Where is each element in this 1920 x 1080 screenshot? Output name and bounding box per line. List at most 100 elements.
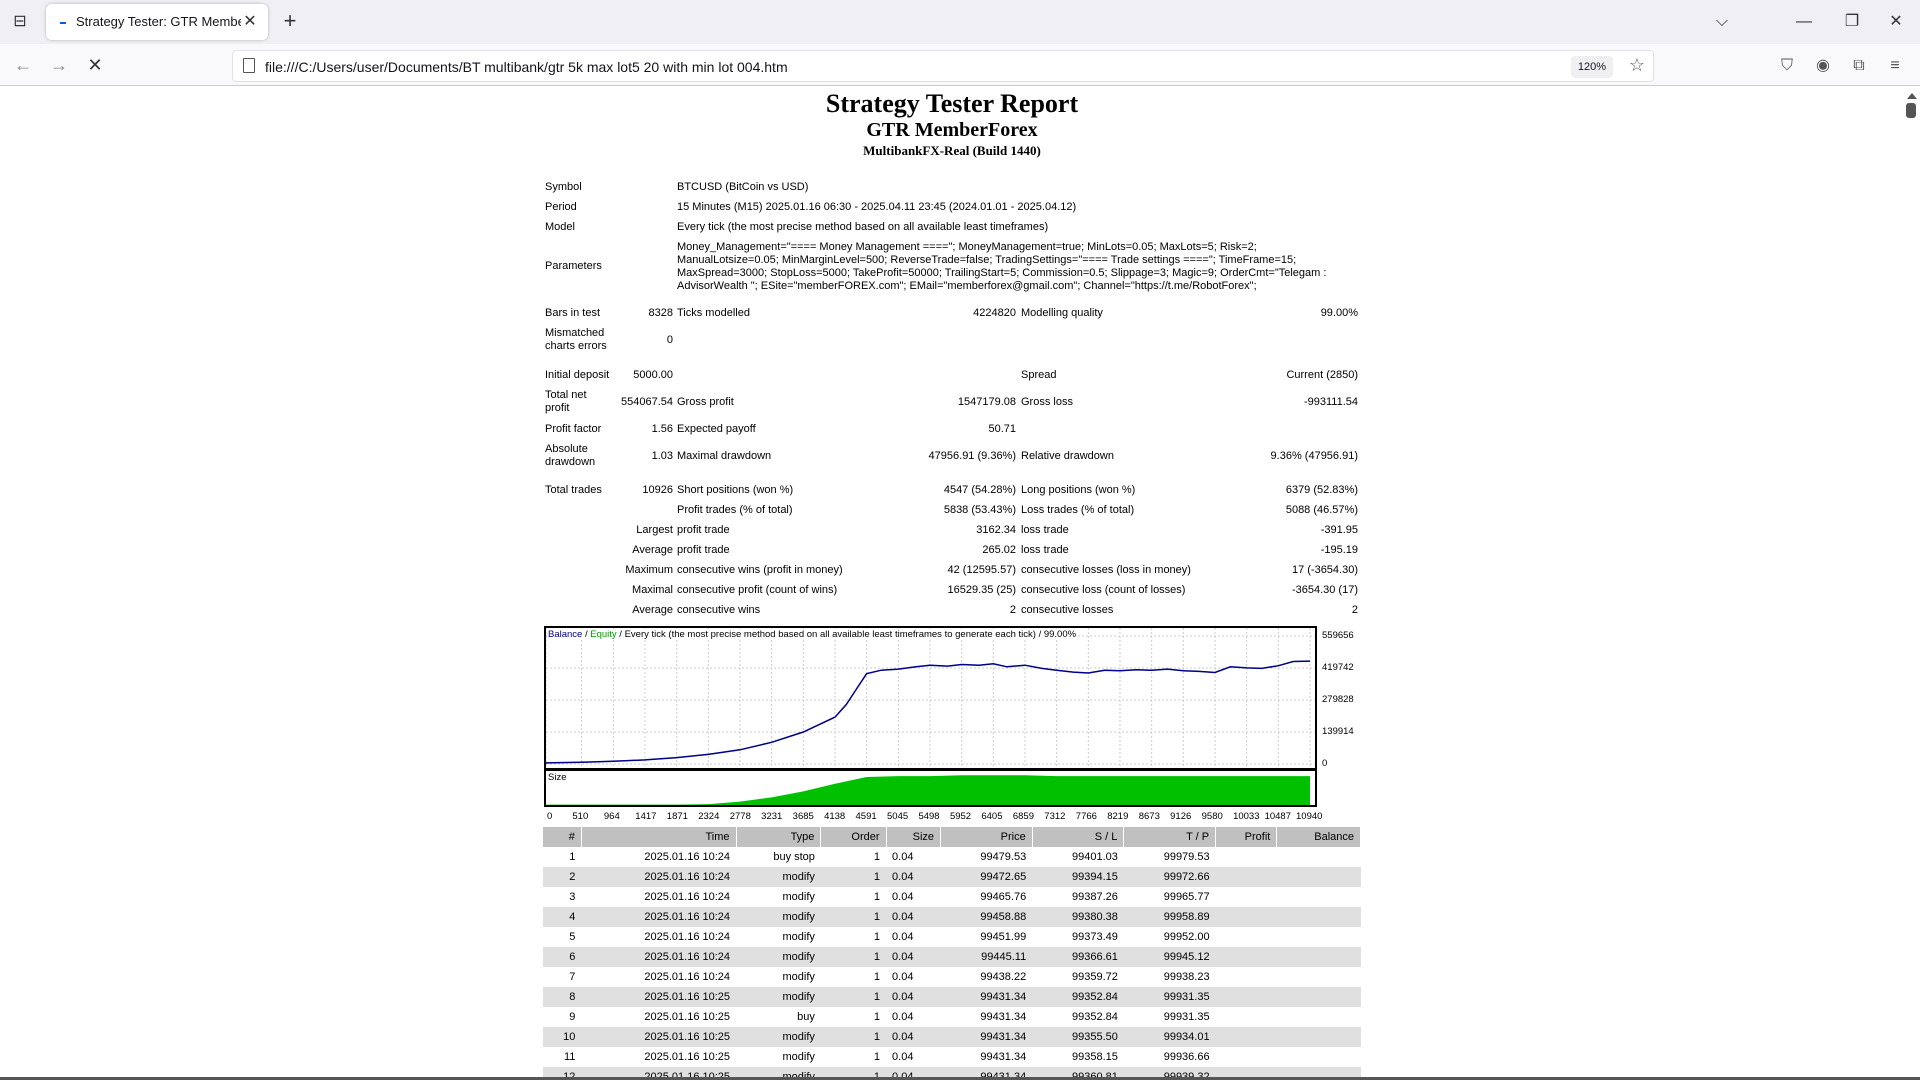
- x-tick-label: 510: [572, 811, 589, 822]
- largest-loss-value: -391.95: [1320, 524, 1358, 536]
- bookmark-star-icon[interactable]: ☆: [1629, 55, 1645, 76]
- trade-cell: 0.04: [892, 1051, 914, 1063]
- grossprofit-value: 1547179.08: [957, 396, 1016, 408]
- trade-cell: 99979.53: [1163, 851, 1210, 863]
- trade-cell: 99458.88: [940, 907, 1033, 927]
- reldd-value: 9.36% (47956.91): [1270, 450, 1358, 462]
- trade-cell: 0.04: [886, 907, 941, 927]
- tab-list-icon[interactable]: ⊟: [8, 10, 32, 34]
- trade-cell: 2025.01.16 10:24: [644, 931, 731, 943]
- trade-cell: 4: [543, 907, 582, 927]
- y-tick-label: 419742: [1322, 662, 1354, 673]
- pf-value: 1.56: [651, 423, 673, 435]
- column-header: Profit: [1215, 827, 1278, 847]
- trade-cell: 0.04: [892, 1011, 914, 1023]
- account-icon[interactable]: ◉: [1811, 54, 1835, 78]
- list-all-tabs-icon[interactable]: ⌵: [1708, 8, 1736, 36]
- maxdd-value: 47956.91 (9.36%): [928, 450, 1016, 462]
- report-title: Strategy Tester Report: [825, 89, 1079, 118]
- restore-icon[interactable]: ❐: [1838, 8, 1866, 36]
- trade-cell: 1: [820, 947, 887, 967]
- max-wins-label: consecutive wins (profit in money): [677, 564, 843, 576]
- trade-cell: 0.04: [886, 947, 941, 967]
- forward-icon[interactable]: →: [46, 52, 72, 78]
- nav-bar: ← → ✕ file:///C:/Users/user/Documents/BT…: [0, 44, 1920, 86]
- period-value: 15 Minutes (M15) 2025.01.16 06:30 - 2025…: [677, 201, 1077, 213]
- trade-cell: modify: [782, 891, 815, 903]
- trade-cell: 10: [543, 1027, 582, 1047]
- avg-losses-label: consecutive losses: [1021, 604, 1114, 616]
- expert-name: GTR MemberForex: [866, 119, 1038, 141]
- trade-cell: 99359.72: [1072, 971, 1118, 983]
- average2-label: Average: [632, 604, 673, 616]
- x-tick-label: 9580: [1201, 811, 1223, 822]
- trade-cell: 8: [543, 987, 582, 1007]
- new-tab-icon[interactable]: +: [278, 10, 302, 34]
- minimize-icon[interactable]: —: [1790, 8, 1818, 36]
- x-tick-label: 4591: [855, 811, 877, 822]
- trade-cell: 2025.01.16 10:25: [644, 1011, 731, 1023]
- trade-cell: 99972.66: [1123, 867, 1216, 887]
- trade-cell: 2025.01.16 10:24: [644, 891, 731, 903]
- trade-cell: 2025.01.16 10:25: [644, 1051, 731, 1063]
- trade-cell: [1216, 967, 1277, 987]
- bars-value: 8328: [648, 307, 673, 319]
- trade-cell: 99965.77: [1163, 891, 1210, 903]
- trade-cell: modify: [736, 1027, 821, 1047]
- x-tick-label: 4138: [824, 811, 846, 822]
- column-header: Price: [940, 827, 1033, 847]
- scroll-thumb[interactable]: [1906, 103, 1916, 118]
- trade-cell: [1277, 1007, 1361, 1027]
- scroll-up-icon[interactable]: [1907, 93, 1917, 99]
- window-close-icon[interactable]: ✕: [1882, 8, 1910, 36]
- grossloss-value: -993111.54: [1303, 396, 1358, 408]
- trade-cell: 99945.12: [1123, 947, 1216, 967]
- trade-cell: 1: [820, 987, 887, 1007]
- x-tick-label: 6405: [981, 811, 1003, 822]
- x-tick-label: 6859: [1012, 811, 1034, 822]
- spread-label: Spread: [1021, 369, 1057, 381]
- trade-cell: [1276, 907, 1361, 927]
- ltrades-value: 5088 (46.57%): [1285, 504, 1358, 516]
- back-icon[interactable]: ←: [10, 52, 36, 78]
- extensions-icon[interactable]: ⧉: [1847, 54, 1871, 78]
- size-area: [546, 775, 1310, 805]
- x-tick-label: 10487: [1264, 811, 1291, 822]
- zoom-level[interactable]: 120%: [1571, 56, 1613, 78]
- column-header: T / P: [1123, 827, 1217, 847]
- column-header: Type: [736, 827, 822, 847]
- absdd-label-1: Absolute: [545, 443, 588, 455]
- trade-cell: [1276, 1027, 1361, 1047]
- trades-table: # Time Type Order Size Price S / LT / P Profit B…: [543, 827, 1361, 1080]
- symbol-value: BTCUSD (BitCoin vs USD): [677, 181, 809, 193]
- maximal-loss-label: consecutive loss (count of losses): [1021, 584, 1186, 596]
- size-chart-plot: [546, 775, 1310, 805]
- column-header: Size: [886, 827, 942, 847]
- stop-icon[interactable]: ✕: [82, 52, 108, 78]
- trade-cell: 2025.01.16 10:24: [644, 851, 731, 863]
- ltrades-label: Loss trades (% of total): [1021, 504, 1135, 516]
- url-text[interactable]: file:///C:/Users/user/Documents/BT multi…: [265, 59, 788, 75]
- trade-cell: 5: [569, 931, 576, 943]
- x-tick-label: 1871: [666, 811, 688, 822]
- trade-cell: 2025.01.16 10:25: [581, 987, 737, 1007]
- x-tick-label: 7312: [1044, 811, 1066, 822]
- trade-cell: 99936.66: [1163, 1051, 1210, 1063]
- scrollbar[interactable]: [1902, 87, 1920, 1080]
- trade-cell: 0.04: [892, 891, 914, 903]
- trade-row: 4 2025.01.16 10:24 modify 1 0.04 99458.88 9938…: [543, 907, 1361, 927]
- pocket-icon[interactable]: ⛉: [1775, 54, 1799, 78]
- mismatch-value: 0: [666, 334, 673, 346]
- trade-cell: [1277, 847, 1361, 867]
- trade-cell: [1277, 967, 1361, 987]
- trade-cell: 99938.23: [1163, 971, 1210, 983]
- model-value: Every tick (the most precise method base…: [677, 221, 1049, 233]
- menu-icon[interactable]: ≡: [1883, 54, 1907, 78]
- tab-active[interactable]: Strategy Tester: GTR MemberFo ✕: [46, 4, 268, 40]
- ticks-value: 4224820: [973, 307, 1016, 319]
- size-chart: Size: [544, 769, 1317, 807]
- url-bar[interactable]: file:///C:/Users/user/Documents/BT multi…: [232, 50, 1654, 82]
- max-wins-value: 42 (12595.57): [947, 564, 1017, 576]
- close-tab-icon[interactable]: ✕: [238, 10, 262, 34]
- x-tick-label: 8673: [1138, 811, 1160, 822]
